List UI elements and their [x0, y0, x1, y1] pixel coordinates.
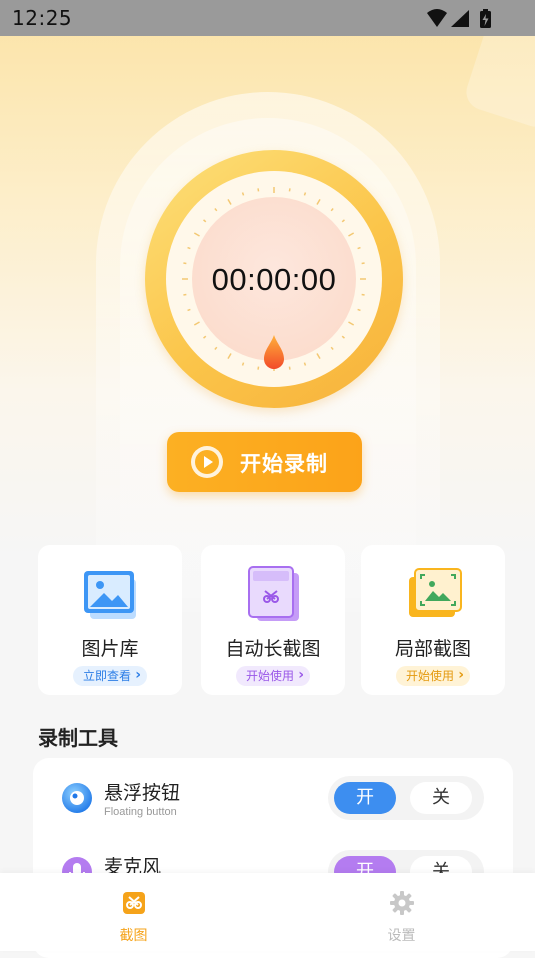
dial-tick [203, 335, 207, 339]
dial-tick [187, 246, 191, 250]
signal-icon [451, 10, 469, 27]
card-gallery-action[interactable]: 立即查看 [72, 665, 148, 686]
nav-label-screenshot: 截图 [119, 928, 148, 944]
dial-tick [203, 219, 207, 223]
dial-tick [316, 198, 321, 205]
floating-button-off[interactable]: 关 [410, 782, 472, 814]
partial-screenshot-icon [409, 568, 462, 617]
dial-tick [361, 262, 365, 265]
screenshot-icon [123, 892, 145, 914]
card-long-screenshot[interactable]: 自动长截图 开始使用 [201, 545, 345, 695]
dial-tick [348, 232, 355, 237]
nav-item-settings[interactable]: 设置 [268, 873, 535, 951]
dial-tick [227, 198, 232, 205]
tool-name-floating-button: 悬浮按钮 [104, 782, 181, 804]
nav-label-settings: 设置 [387, 928, 416, 944]
card-partial-screenshot-title: 局部截图 [394, 638, 471, 660]
dial-tick [257, 188, 260, 192]
dial-tick [214, 346, 218, 350]
dial-tick [330, 208, 334, 212]
status-bar: 12:25 [0, 0, 535, 36]
dial-tick [330, 346, 334, 350]
card-partial-screenshot-action[interactable]: 开始使用 [395, 665, 471, 686]
gear-icon [390, 891, 414, 915]
dial-tick [341, 219, 345, 223]
tools-section-title: 录制工具 [38, 726, 118, 750]
nav-item-screenshot[interactable]: 截图 [0, 873, 267, 951]
long-screenshot-icon [248, 566, 299, 621]
dial-tick [303, 192, 307, 196]
wifi-icon [427, 9, 447, 27]
card-long-screenshot-title: 自动长截图 [225, 638, 321, 660]
dial-tick [193, 321, 200, 326]
tool-subtitle-floating-button: Floating button [104, 806, 177, 818]
dial-tick [193, 232, 200, 237]
dial-tick [241, 192, 245, 196]
flame-icon [264, 335, 284, 369]
dial-tick [361, 293, 365, 296]
play-icon [191, 446, 223, 478]
start-recording-label: 开始录制 [240, 452, 328, 476]
dial-tick [214, 208, 218, 212]
dial-tick [341, 335, 345, 339]
dial-tick [183, 293, 187, 296]
timer-display: 00:00:00 [211, 262, 337, 297]
battery-icon [480, 9, 491, 28]
dial-tick [183, 262, 187, 265]
dial-tick [227, 353, 232, 360]
dial-tick [316, 353, 321, 360]
tool-row-floating-button: 悬浮按钮 Floating button 开 关 [33, 758, 513, 820]
start-recording-button[interactable]: 开始录制 [167, 432, 362, 492]
dial-tick [257, 366, 260, 370]
bottom-nav: 截图 设置 [0, 873, 535, 951]
status-icons [425, 8, 495, 34]
status-time: 12:25 [12, 6, 73, 30]
dial-tick [303, 362, 307, 366]
dial-tick [288, 366, 291, 370]
floating-button-on[interactable]: 开 [334, 782, 396, 814]
dial-tick [348, 321, 355, 326]
floating-button-icon [62, 783, 92, 813]
dial-tick [357, 246, 361, 250]
dial-tick [288, 188, 291, 192]
card-long-screenshot-action[interactable]: 开始使用 [235, 665, 311, 686]
card-partial-screenshot[interactable]: 局部截图 开始使用 [361, 545, 505, 695]
card-gallery[interactable]: 图片库 立即查看 [38, 545, 182, 695]
floating-button-toggle: 开 关 [328, 776, 484, 820]
card-gallery-title: 图片库 [81, 638, 139, 660]
gallery-icon [84, 571, 136, 619]
dial-tick [187, 308, 191, 312]
dial-tick [241, 362, 245, 366]
dial-tick [357, 308, 361, 312]
